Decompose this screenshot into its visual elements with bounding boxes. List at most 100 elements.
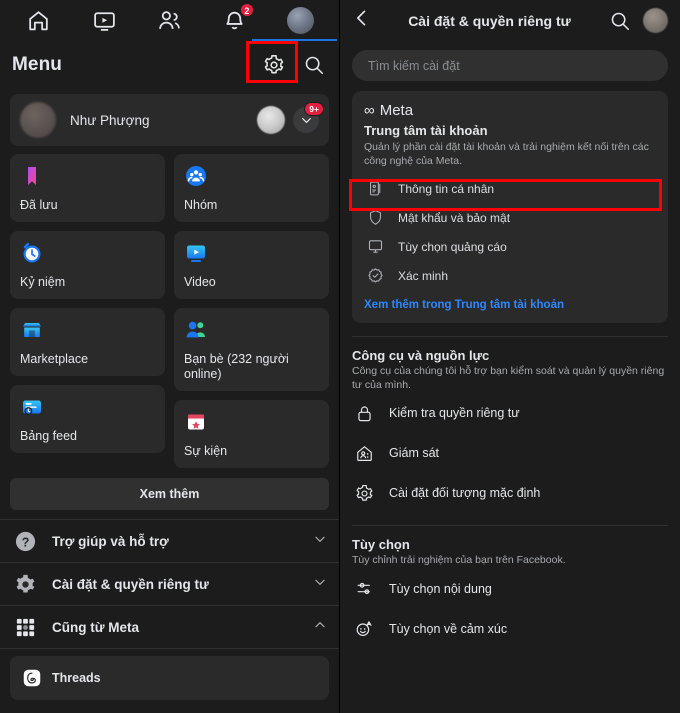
settings-pane: Cài đặt & quyền riêng tư ∞ Meta Trung tâ… bbox=[340, 0, 680, 713]
threads-icon bbox=[22, 669, 41, 688]
home-icon bbox=[26, 8, 51, 33]
section-title: Công cụ và nguồn lực bbox=[352, 348, 668, 363]
accounts-center-row-ad-preferences[interactable]: Tùy chọn quảng cáo bbox=[364, 232, 656, 261]
accounts-center-row-verification[interactable]: Xác minh bbox=[364, 261, 656, 290]
chevron-down-icon bbox=[313, 575, 327, 594]
chevron-up-icon bbox=[313, 618, 327, 637]
avatar bbox=[287, 7, 314, 34]
notification-badge: 2 bbox=[240, 3, 254, 17]
menu-pane: 2 Menu Như Phượng bbox=[0, 0, 340, 713]
video-tile-icon bbox=[184, 241, 208, 265]
verified-icon bbox=[364, 267, 386, 284]
accounts-center-heading: Trung tâm tài khoản bbox=[364, 123, 656, 138]
search-input[interactable] bbox=[368, 59, 652, 73]
tile-label: Bạn bè (232 người online) bbox=[184, 352, 319, 382]
accounts-center-description: Quản lý phần cài đặt tài khoản và trải n… bbox=[364, 141, 656, 168]
row-label: Thông tin cá nhân bbox=[398, 182, 494, 196]
top-navigation-bar: 2 bbox=[0, 0, 339, 41]
calendar-icon bbox=[184, 410, 208, 434]
reaction-icon bbox=[352, 619, 376, 638]
nav-video[interactable] bbox=[83, 0, 125, 41]
tile-video[interactable]: Video bbox=[174, 231, 329, 299]
supervision-icon bbox=[352, 444, 376, 463]
section-title: Tùy chọn bbox=[352, 537, 668, 552]
section-description: Tùy chỉnh trải nghiệm của bạn trên Faceb… bbox=[352, 554, 668, 568]
gear-filled-icon bbox=[12, 571, 38, 597]
settings-search-bar[interactable] bbox=[352, 50, 668, 81]
row-label: Mật khẩu và bảo mật bbox=[398, 211, 510, 225]
id-card-icon bbox=[364, 180, 386, 197]
avatar[interactable] bbox=[643, 8, 668, 33]
question-circle-icon: ? bbox=[12, 528, 38, 554]
row-reaction-preferences[interactable]: Tùy chọn về cảm xúc bbox=[352, 610, 668, 648]
tile-column-left: Đã lưu Kỷ niệm Marketplace bbox=[10, 154, 165, 468]
tile-label: Kỷ niệm bbox=[20, 275, 155, 290]
row-label: Xác minh bbox=[398, 269, 448, 283]
tile-feeds[interactable]: Bảng feed bbox=[10, 385, 165, 453]
section-description: Công cụ của chúng tôi hỗ trợ bạn kiểm so… bbox=[352, 365, 668, 392]
meta-brand: ∞ Meta bbox=[364, 102, 656, 119]
accordion-also-from-meta[interactable]: Cũng từ Meta bbox=[0, 606, 339, 649]
row-default-audience-settings[interactable]: Cài đặt đối tượng mặc định bbox=[352, 474, 668, 512]
nav-friends[interactable] bbox=[148, 0, 190, 41]
tile-saved[interactable]: Đã lưu bbox=[10, 154, 165, 222]
settings-gear-button[interactable] bbox=[261, 52, 287, 78]
meta-app-threads[interactable]: Threads bbox=[22, 666, 317, 690]
row-privacy-checkup[interactable]: Kiểm tra quyền riêng tư bbox=[352, 394, 668, 432]
groups-icon bbox=[184, 164, 208, 188]
tile-label: Video bbox=[184, 275, 319, 290]
back-button[interactable] bbox=[352, 8, 372, 33]
profile-row[interactable]: Như Phượng 9+ bbox=[10, 94, 329, 146]
people-icon bbox=[184, 318, 208, 342]
divider bbox=[352, 336, 668, 337]
accordion-label: Trợ giúp và hỗ trợ bbox=[52, 534, 313, 549]
accordion-label: Cài đặt & quyền riêng tư bbox=[52, 577, 313, 592]
settings-search-button[interactable] bbox=[607, 8, 633, 34]
settings-title: Cài đặt & quyền riêng tư bbox=[382, 13, 597, 29]
section-preferences: Tùy chọn Tùy chỉnh trải nghiệm của bạn t… bbox=[340, 537, 680, 648]
tile-label: Sự kiện bbox=[184, 444, 319, 459]
accounts-center-card: ∞ Meta Trung tâm tài khoản Quản lý phần … bbox=[352, 91, 668, 323]
menu-header-actions bbox=[261, 52, 327, 78]
see-more-button[interactable]: Xem thêm bbox=[10, 478, 329, 510]
profile-avatar bbox=[20, 102, 56, 138]
search-icon bbox=[303, 54, 325, 76]
row-supervision[interactable]: Giám sát bbox=[352, 434, 668, 472]
nav-notifications[interactable]: 2 bbox=[214, 0, 256, 41]
nav-home[interactable] bbox=[18, 0, 60, 41]
accounts-center-row-password-security[interactable]: Mật khẩu và bảo mật bbox=[364, 203, 656, 232]
svg-text:?: ? bbox=[21, 535, 29, 549]
nav-menu[interactable] bbox=[279, 0, 321, 41]
tile-marketplace[interactable]: Marketplace bbox=[10, 308, 165, 376]
accounts-center-link[interactable]: Xem thêm trong Trung tâm tài khoản bbox=[364, 299, 656, 311]
menu-tile-grid: Đã lưu Kỷ niệm Marketplace bbox=[10, 154, 329, 468]
monitor-icon bbox=[364, 238, 386, 255]
shield-icon bbox=[364, 209, 386, 226]
tile-label: Bảng feed bbox=[20, 429, 155, 444]
row-content-preferences[interactable]: Tùy chọn nội dung bbox=[352, 570, 668, 608]
page-title: Menu bbox=[12, 54, 62, 76]
meta-brand-word: Meta bbox=[380, 102, 413, 119]
tile-label: Marketplace bbox=[20, 352, 155, 367]
accounts-center-row-personal-info[interactable]: Thông tin cá nhân bbox=[364, 174, 656, 203]
sliders-icon bbox=[352, 579, 376, 598]
tile-groups[interactable]: Nhóm bbox=[174, 154, 329, 222]
accordion-settings-privacy[interactable]: Cài đặt & quyền riêng tư bbox=[0, 563, 339, 606]
lock-icon bbox=[352, 404, 376, 423]
grid-icon bbox=[12, 614, 38, 640]
clock-icon bbox=[20, 241, 44, 265]
row-label: Tùy chọn về cảm xúc bbox=[389, 622, 507, 636]
secondary-avatar[interactable] bbox=[257, 106, 285, 134]
tile-memories[interactable]: Kỷ niệm bbox=[10, 231, 165, 299]
active-tab-indicator bbox=[252, 39, 337, 42]
search-button[interactable] bbox=[301, 52, 327, 78]
row-label: Kiểm tra quyền riêng tư bbox=[389, 406, 520, 420]
accordion-help-support[interactable]: ? Trợ giúp và hỗ trợ bbox=[0, 520, 339, 563]
meta-app-label: Threads bbox=[52, 671, 101, 685]
tile-column-right: Nhóm Video Bạn bè (232 người online) bbox=[174, 154, 329, 468]
row-label: Cài đặt đối tượng mặc định bbox=[389, 486, 540, 500]
tile-events[interactable]: Sự kiện bbox=[174, 400, 329, 468]
settings-header: Cài đặt & quyền riêng tư bbox=[340, 0, 680, 41]
profile-switcher[interactable]: 9+ bbox=[293, 107, 319, 133]
tile-friends[interactable]: Bạn bè (232 người online) bbox=[174, 308, 329, 391]
